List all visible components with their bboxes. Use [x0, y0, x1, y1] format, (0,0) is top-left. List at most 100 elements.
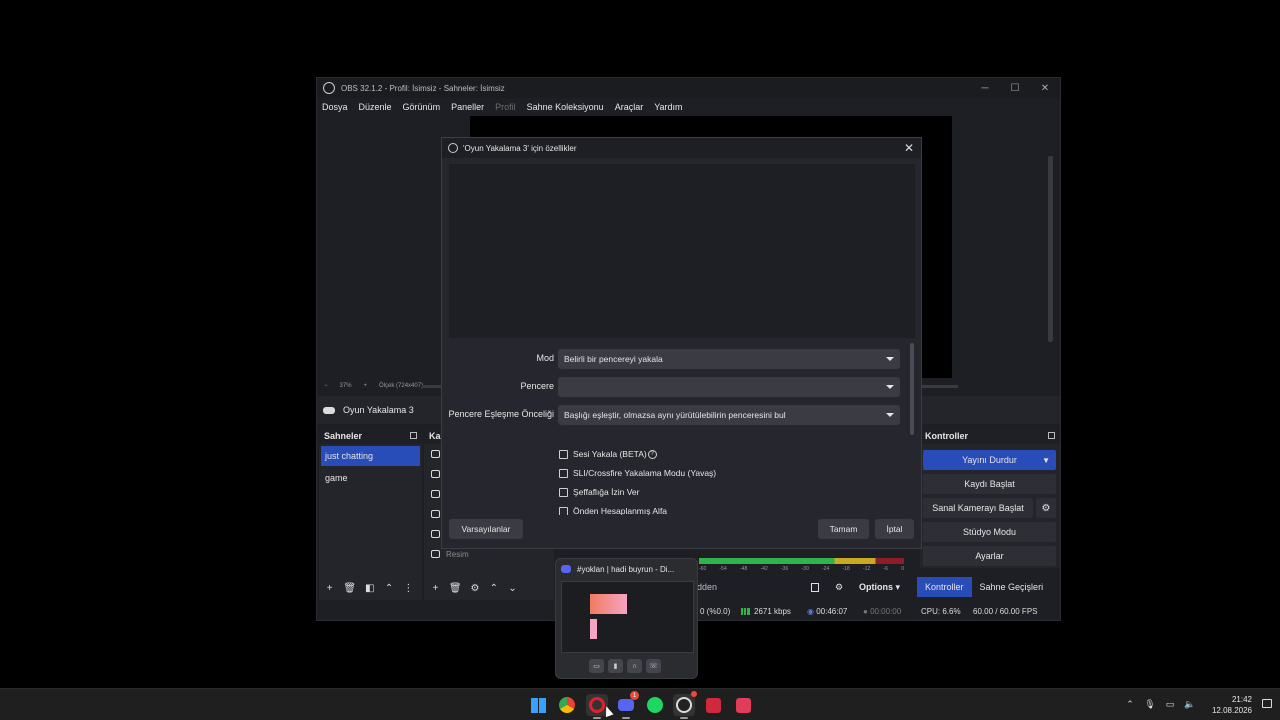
mixer-options-label: Options [859, 581, 893, 592]
app-pink-icon[interactable] [732, 694, 754, 716]
sli-crossfire-checkbox[interactable]: SLI/Crossfire Yakalama Modu (Yavaş) [559, 466, 716, 480]
clock-time: 21:42 [1231, 695, 1252, 704]
move-down-icon[interactable]: ⌄ [507, 583, 518, 594]
move-up-icon[interactable]: ⌃ [488, 583, 499, 594]
spotify-logo [647, 697, 663, 713]
notification-badge: 1 [630, 691, 639, 700]
add-scene-icon[interactable]: + [324, 583, 335, 594]
discord-taskbar-icon[interactable]: 1 [615, 691, 639, 719]
opera-logo [589, 697, 605, 713]
move-up-icon[interactable]: ⌃ [383, 583, 394, 594]
start-record-button[interactable]: Kaydı Başlat [923, 474, 1056, 494]
dialog-title: 'Oyun Yakalama 3' için özellikler [463, 143, 577, 153]
maximize-button[interactable]: ☐ [1000, 78, 1030, 98]
chevron-down-icon [886, 413, 894, 417]
tab-kontroller[interactable]: Kontroller [917, 577, 972, 597]
spotify-icon[interactable] [644, 694, 666, 716]
chrome-icon[interactable] [556, 694, 578, 716]
window-select[interactable] [558, 377, 900, 397]
undock-icon[interactable] [1048, 432, 1055, 439]
discord-thumbnail[interactable] [561, 581, 694, 653]
undock-icon[interactable] [410, 432, 417, 439]
menu-yardim[interactable]: Yardım [654, 102, 682, 112]
menu-profil[interactable]: Profil [495, 102, 516, 112]
fps-status: 60.00 / 60.00 FPS [973, 607, 1038, 616]
meter-tick: -12 [863, 566, 871, 572]
obs-window-title: OBS 32.1.2 - Profil: İsimsiz - Sahneler:… [341, 83, 505, 93]
studio-mode-button[interactable]: Stüdyo Modu [923, 522, 1056, 542]
zoom-in-button[interactable]: + [364, 383, 368, 389]
close-button[interactable]: ✕ [1030, 78, 1060, 98]
checkbox-label: Önden Hesaplanmış Alfa [573, 506, 668, 515]
windows-logo [530, 697, 546, 713]
scene-item[interactable]: just chatting [321, 446, 420, 466]
checkbox-box[interactable] [559, 506, 568, 515]
ok-button[interactable]: Tamam [818, 519, 869, 539]
phone-icon[interactable]: ☏ [646, 659, 661, 673]
record-time: ● 00:00:00 [863, 607, 901, 616]
cancel-button[interactable]: İptal [875, 519, 914, 539]
remove-source-icon[interactable]: 🗑 [449, 583, 462, 594]
menu-dosya[interactable]: Dosya [322, 102, 348, 112]
meter-tick: -42 [760, 566, 768, 572]
mode-select-value: Belirli bir pencereyi yakala [564, 354, 663, 364]
checkbox-box[interactable] [559, 449, 568, 459]
camera-icon[interactable]: ▭ [589, 659, 604, 673]
source-settings-icon[interactable]: ⚙ [470, 583, 481, 594]
mode-label: Mod [536, 353, 554, 363]
menu-paneller[interactable]: Paneller [451, 102, 484, 112]
layout-icon[interactable] [811, 582, 819, 592]
network-icon[interactable]: ▭ [1160, 699, 1180, 710]
meter-tick: -60 [699, 566, 707, 572]
mode-select[interactable]: Belirli bir pencereyi yakala [558, 349, 900, 369]
defaults-button[interactable]: Varsayılanlar [449, 519, 523, 539]
thumbnail-image [590, 619, 597, 639]
preview-scrollbar[interactable] [1048, 156, 1053, 342]
stream-icon: ◉ [807, 607, 817, 616]
notification-icon[interactable] [1262, 699, 1272, 708]
chevron-down-icon [886, 385, 894, 389]
close-icon[interactable]: ✕ [904, 141, 914, 155]
more-icon[interactable]: ⋮ [403, 583, 414, 594]
allow-transparency-checkbox[interactable]: Şeffaflığa İzin Ver [559, 485, 639, 499]
checkbox-box[interactable] [559, 487, 568, 497]
discord-preview-popup[interactable]: #yoklan | hadi buyrun - Di... ▭ ▮ ∩ ☏ [555, 558, 698, 679]
discord-logo [618, 699, 634, 711]
capture-audio-checkbox[interactable]: Sesi Yakala (BETA)? [559, 447, 657, 461]
add-source-icon[interactable]: + [430, 583, 441, 594]
zoom-out-button[interactable]: − [324, 383, 328, 389]
filters-icon[interactable]: ◧ [364, 583, 375, 594]
obs-taskbar-icon[interactable] [673, 691, 697, 719]
chevron-down-icon[interactable]: ▼ [1042, 456, 1050, 465]
windows-start-icon[interactable] [527, 694, 549, 716]
premultiplied-alpha-checkbox[interactable]: Önden Hesaplanmış Alfa [559, 504, 667, 515]
volume-icon[interactable]: 🔈 [1180, 699, 1200, 710]
microphone-icon[interactable]: 🎙 [1140, 699, 1160, 710]
menu-duzenle[interactable]: Düzenle [359, 102, 392, 112]
dock-tabs: Kontroller Sahne Geçişleri [917, 577, 1051, 597]
minimize-button[interactable]: ─ [970, 78, 1000, 98]
chevron-up-icon[interactable]: ⌃ [1120, 699, 1140, 710]
scene-item[interactable]: game [321, 468, 420, 488]
mode-row: Mod Belirli bir pencereyi yakala [442, 349, 912, 369]
help-icon[interactable]: ? [647, 449, 657, 459]
tab-sahne-gecisleri[interactable]: Sahne Geçişleri [972, 577, 1052, 597]
discord-call-controls: ▭ ▮ ∩ ☏ [589, 659, 665, 673]
match-priority-select[interactable]: Başlığı eşleştir, olmazsa aynı yürütüleb… [558, 405, 900, 425]
stop-stream-button[interactable]: Yayını Durdur ▼ [923, 450, 1056, 470]
advanced-audio-icon[interactable]: ⚙ [835, 582, 843, 593]
virtual-cam-button[interactable]: Sanal Kamerayı Başlat [923, 498, 1033, 518]
headphones-icon[interactable]: ∩ [627, 659, 642, 673]
checkbox-box[interactable] [559, 468, 568, 478]
menu-sahne-koleksiyonu[interactable]: Sahne Koleksiyonu [527, 102, 604, 112]
obs-logo-icon [323, 82, 335, 94]
remove-scene-icon[interactable]: 🗑 [343, 583, 356, 594]
menu-gorunum[interactable]: Görünüm [403, 102, 441, 112]
settings-button[interactable]: Ayarlar [923, 546, 1056, 566]
gear-icon[interactable]: ⚙ [1036, 498, 1056, 518]
taskbar-clock[interactable]: 21:42 12.08.2026 [1212, 694, 1252, 716]
menu-araclar[interactable]: Araçlar [615, 102, 644, 112]
app-red-icon[interactable] [702, 694, 724, 716]
mixer-options-button[interactable]: Options ▾ [859, 582, 900, 593]
microphone-icon[interactable]: ▮ [608, 659, 623, 673]
